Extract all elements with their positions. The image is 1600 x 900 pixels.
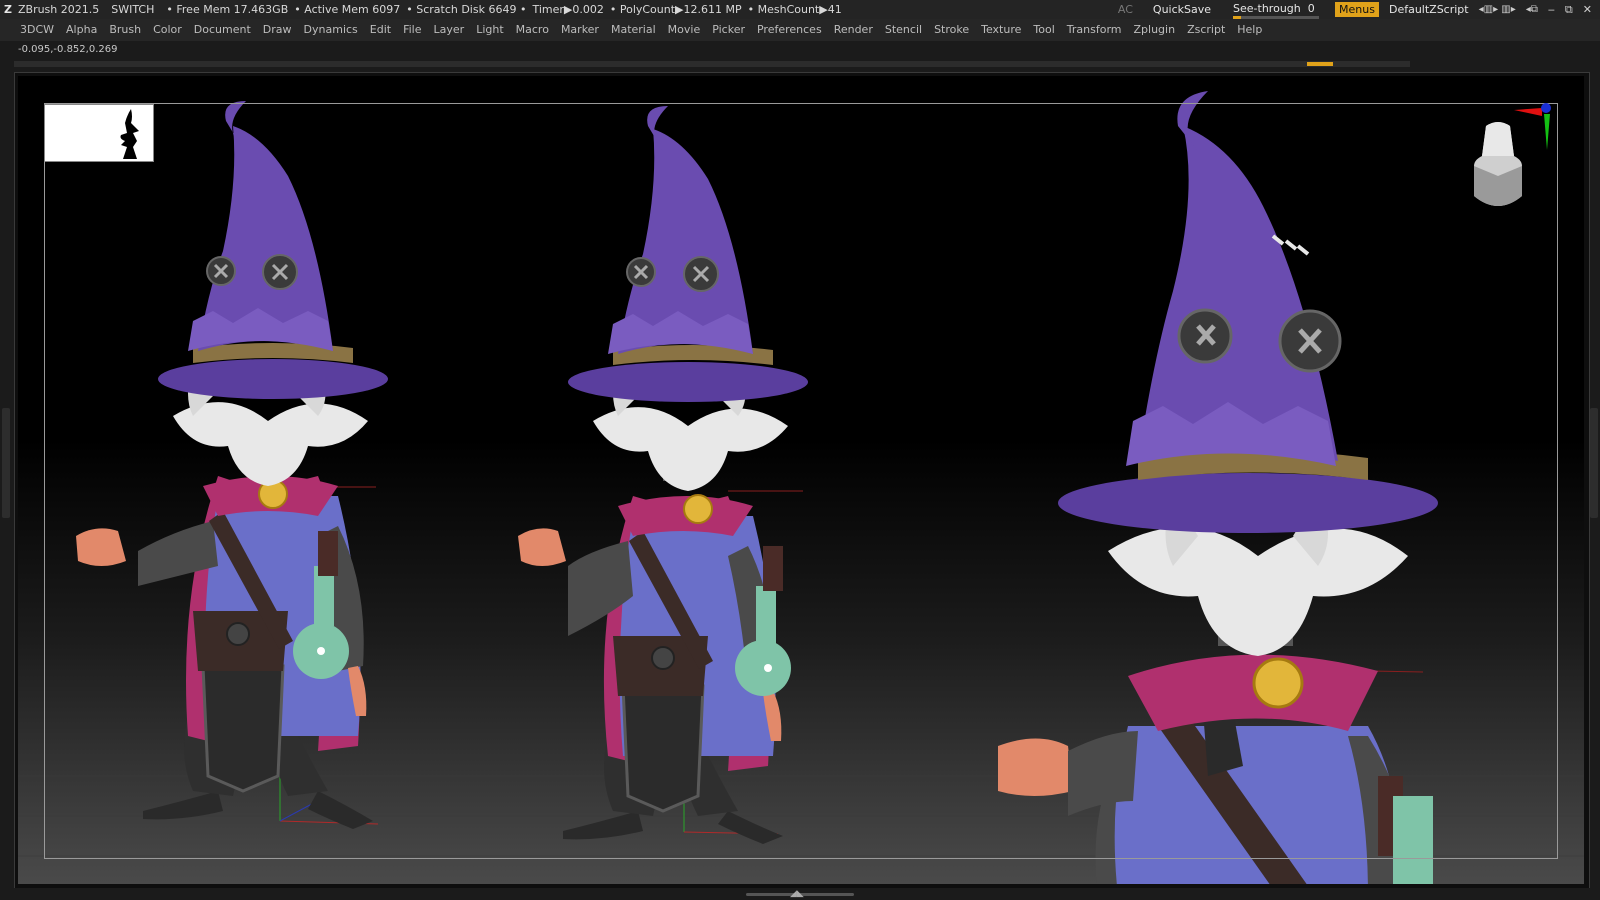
wizard-model-closeup[interactable] [998,91,1438,884]
title-bar: Z ZBrush 2021.5 SWITCH • Free Mem 17.463… [0,0,1600,19]
menu-item-stencil[interactable]: Stencil [879,19,928,41]
menu-item-tool[interactable]: Tool [1027,19,1060,41]
switch-button[interactable]: SWITCH [111,0,154,19]
menu-item-render[interactable]: Render [828,19,879,41]
app-title: ZBrush 2021.5 [17,3,100,16]
menu-item-transform[interactable]: Transform [1061,19,1128,41]
menu-item-layer[interactable]: Layer [428,19,471,41]
menu-item-movie[interactable]: Movie [662,19,707,41]
menu-item-3dcw[interactable]: 3DCW [14,19,60,41]
quicksave-button[interactable]: QuickSave [1153,0,1211,19]
menu-item-color[interactable]: Color [147,19,188,41]
left-tray-handle[interactable] [2,408,10,518]
menu-item-dynamics[interactable]: Dynamics [298,19,364,41]
thumbnail-silhouette-icon[interactable] [44,104,154,162]
menu-item-macro[interactable]: Macro [510,19,555,41]
menu-item-edit[interactable]: Edit [364,19,397,41]
right-tray-handle[interactable] [1590,408,1598,518]
window-minimize-icon[interactable]: ‒ [1548,0,1555,19]
active-mem-readout: • Active Mem 6097 [294,3,401,16]
menu-item-help[interactable]: Help [1231,19,1268,41]
wizard-model-front[interactable] [76,101,388,829]
scratch-disk-readout: • Scratch Disk 6649 • [406,3,527,16]
zbrush-logo-icon[interactable]: Z [4,0,12,19]
meshcount-readout: • MeshCount▶41 [747,3,842,16]
menu-bar: 3DCW Alpha Brush Color Document Draw Dynamics E… [0,19,1600,41]
menu-item-texture[interactable]: Texture [975,19,1027,41]
menus-toggle-button[interactable]: Menus [1335,2,1379,17]
free-mem-readout: • Free Mem 17.463GB [166,3,289,16]
progress-track [14,61,1410,67]
menu-item-picker[interactable]: Picker [706,19,751,41]
menu-item-zplugin[interactable]: Zplugin [1128,19,1182,41]
menu-item-material[interactable]: Material [605,19,662,41]
menu-item-marker[interactable]: Marker [555,19,605,41]
viewport-render [18,91,1584,884]
menu-item-alpha[interactable]: Alpha [60,19,103,41]
see-through-value: 0 [1307,1,1315,15]
wizard-model-three-quarter[interactable] [518,106,808,844]
coordinate-readout: -0.095,-0.852,0.269 [18,44,118,55]
menu-item-brush[interactable]: Brush [103,19,147,41]
viewport-canvas[interactable] [18,76,1584,884]
polycount-readout: • PolyCount▶12.611 MP [609,3,742,16]
ac-button[interactable]: AC [1118,0,1133,19]
timer-readout: Timer▶0.002 [532,3,604,16]
progress-marker [1307,62,1333,66]
menu-item-zscript[interactable]: Zscript [1181,19,1231,41]
window-restore-icon[interactable]: ⧉ [1565,0,1573,19]
menu-item-document[interactable]: Document [188,19,257,41]
window-arrange-icon[interactable]: ◂⧉ [1526,0,1538,19]
axis-gizmo-icon[interactable] [1508,100,1552,156]
menu-item-file[interactable]: File [397,19,427,41]
see-through-slider[interactable]: See-through 0 [1233,1,1320,19]
defaultzscript-button[interactable]: DefaultZScript [1389,0,1469,19]
layout-toggle-icon[interactable]: ◂▥▸ ▥▸ [1479,0,1516,19]
window-close-icon[interactable]: ✕ [1583,0,1592,19]
see-through-label: See-through [1233,1,1301,15]
menu-item-light[interactable]: Light [470,19,509,41]
bottom-tray-toggle-icon[interactable]: ◢◣ [790,889,804,899]
menu-item-stroke[interactable]: Stroke [928,19,975,41]
menu-item-draw[interactable]: Draw [257,19,298,41]
menu-item-preferences[interactable]: Preferences [751,19,828,41]
